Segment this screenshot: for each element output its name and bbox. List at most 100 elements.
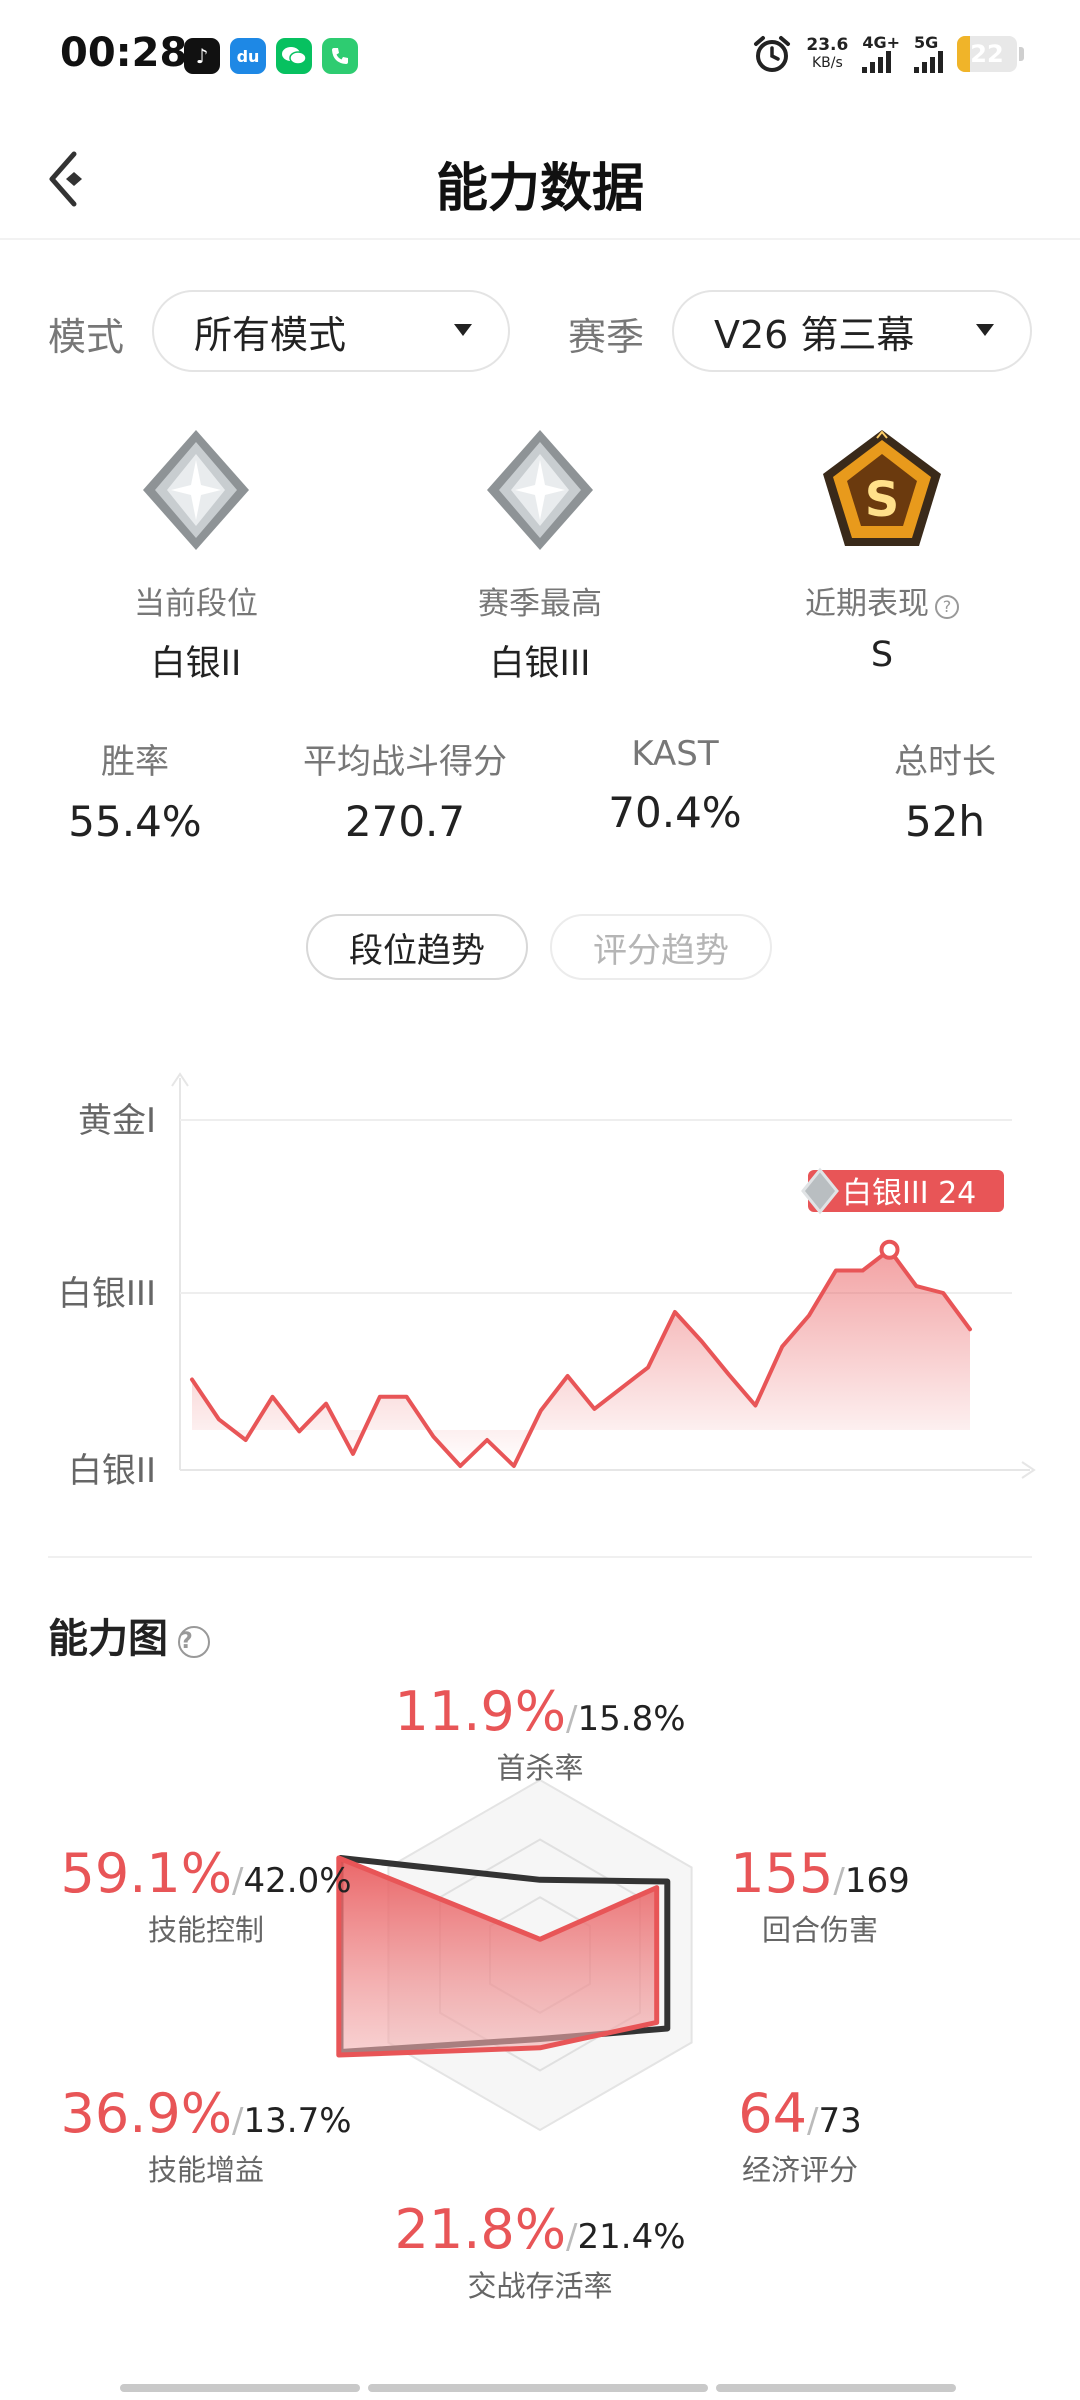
stat-value: 52h: [904, 797, 986, 846]
radar-axis-name: 首杀率: [496, 1751, 584, 1785]
stat-value: 70.4%: [608, 788, 742, 837]
du-icon: du: [230, 38, 266, 74]
radar-axis-name: 回合伤害: [761, 1913, 878, 1947]
chevron-down-icon: [454, 324, 472, 336]
help-icon[interactable]: ?: [178, 1626, 210, 1658]
signal-5g-label: 5G: [914, 33, 939, 52]
rank-value: 白银II: [150, 644, 242, 684]
radar-average-value: 169: [844, 1861, 910, 1901]
tab-rank-trend[interactable]: 段位趋势: [306, 914, 528, 980]
radar-player-value: 21.8%: [394, 2198, 567, 2261]
radar-label-survival: 21.8%/21.4% 交战存活率: [340, 2198, 740, 2305]
rank-value: 白银III: [489, 644, 591, 684]
radar-axis-name: 交战存活率: [467, 2269, 613, 2303]
radar-average-value: 73: [818, 2101, 862, 2141]
mode-select[interactable]: 所有模式: [152, 290, 510, 372]
stat-kast: KAST 70.4%: [540, 734, 810, 837]
performance-s-badge-icon: S: [823, 430, 941, 546]
radar-average-value: 21.4%: [577, 2217, 686, 2257]
radar-player-value: 36.9%: [60, 2082, 233, 2145]
radar-player-value: 155: [730, 1842, 834, 1905]
chart-y-tick-label: 白银II: [68, 1451, 156, 1491]
tab-score-trend[interactable]: 评分趋势: [550, 914, 772, 980]
season-label: 赛季: [568, 315, 645, 359]
radar-axis-name: 技能控制: [147, 1913, 264, 1947]
status-time: 00:28: [60, 30, 188, 76]
mode-label: 模式: [48, 315, 125, 359]
radar-label-round-damage: 155/169 回合伤害: [680, 1842, 960, 1949]
stat-label: 胜率: [101, 742, 169, 782]
stat-label: 平均战斗得分: [303, 742, 507, 782]
season-select[interactable]: V26 第三幕: [672, 290, 1032, 372]
radar-average-value: 13.7%: [243, 2101, 352, 2141]
stat-value: 55.4%: [68, 797, 202, 846]
radar-player-value: 59.1%: [60, 1842, 233, 1905]
signal-5g: 5G: [914, 35, 943, 73]
chart-peak-point: [879, 1239, 900, 1260]
stat-value: 270.7: [344, 797, 466, 846]
phone-icon: [322, 38, 358, 74]
silver-rank-badge-icon: [487, 430, 593, 550]
section-divider: [48, 1556, 1032, 1558]
battery-fill: [957, 36, 971, 72]
chart-y-tick-label: 黄金I: [78, 1101, 156, 1141]
recent-performance: S 近期表现? S: [732, 420, 1032, 675]
rank-label-text: 近期表现: [805, 586, 929, 622]
radar-player-value: 11.9%: [394, 1680, 567, 1743]
rank-label: 近期表现?: [732, 578, 1032, 623]
chart-peak-label-text: 白银III 24: [842, 1176, 976, 1211]
season-highest-rank: 赛季最高 白银III: [390, 420, 690, 686]
rank-label: 赛季最高: [478, 586, 602, 622]
douyin-icon: ♪: [184, 38, 220, 74]
radar-label-skill-buff: 36.9%/13.7% 技能增益: [46, 2082, 366, 2189]
stat-win-rate: 胜率 55.4%: [0, 734, 270, 846]
scroll-indicator: [716, 2384, 956, 2392]
help-icon[interactable]: ?: [935, 595, 959, 619]
stat-total-time: 总时长 52h: [810, 734, 1080, 846]
chevron-down-icon: [976, 324, 994, 336]
signal-bars-icon: [914, 51, 943, 73]
chart-y-tick-label: 白银III: [58, 1274, 156, 1314]
wechat-icon: [276, 38, 312, 74]
rank-label: 当前段位: [134, 586, 258, 622]
radar-slash: /: [566, 2217, 578, 2257]
radar-player-value: 64: [738, 2082, 807, 2145]
page-title: 能力数据: [435, 159, 644, 219]
radar-axis-name: 经济评分: [741, 2153, 858, 2187]
chart-peak-label: 白银III 24: [801, 1167, 1004, 1260]
mode-select-value: 所有模式: [194, 312, 347, 357]
net-speed-value: 23.6: [806, 35, 849, 55]
chart-area-fill: [192, 1249, 970, 1466]
chart-y-ticks: 白银II 白银III 黄金I: [58, 1101, 156, 1491]
radar-slash: /: [232, 1861, 244, 1901]
performance-badge-letter: S: [865, 472, 900, 528]
current-rank: 当前段位 白银II: [46, 420, 346, 686]
stat-avg-combat-score: 平均战斗得分 270.7: [270, 734, 540, 846]
battery-level: 22: [970, 40, 1004, 68]
signal-bars-icon: [862, 51, 892, 73]
signal-4g-label: 4G+: [862, 33, 900, 52]
radar-average-value: 42.0%: [243, 1861, 352, 1901]
net-speed: 23.6 KB/s: [806, 36, 848, 72]
scroll-indicator: [120, 2384, 360, 2392]
rank-trend-chart: 白银II 白银III 黄金I 白银III 24: [58, 1072, 1036, 1491]
radar-label-economy: 64/73 经济评分: [680, 2082, 920, 2189]
battery-cap: [1019, 47, 1024, 61]
status-bar: 00:28 ♪ du 23.6 KB/s 4G+ 5G 22: [0, 0, 1080, 110]
notification-icons: ♪ du: [184, 38, 358, 74]
scroll-indicator: [368, 2384, 708, 2392]
signal-4g: 4G+: [862, 35, 900, 73]
stat-label: KAST: [631, 734, 719, 774]
rank-value: S: [870, 635, 894, 675]
ability-chart-title-text: 能力图: [48, 1616, 168, 1662]
radar-slash: /: [232, 2101, 244, 2141]
radar-slash: /: [566, 1699, 578, 1739]
battery-icon: 22: [957, 36, 1017, 72]
top-app-bar: 能力数据: [0, 110, 1080, 240]
radar-slash: /: [833, 1861, 845, 1901]
silver-rank-badge-icon: [143, 430, 249, 550]
stat-label: 总时长: [894, 742, 996, 782]
radar-label-first-kill: 11.9%/15.8% 首杀率: [340, 1680, 740, 1787]
radar-slash: /: [806, 2101, 819, 2141]
radar-average-value: 15.8%: [577, 1699, 686, 1739]
